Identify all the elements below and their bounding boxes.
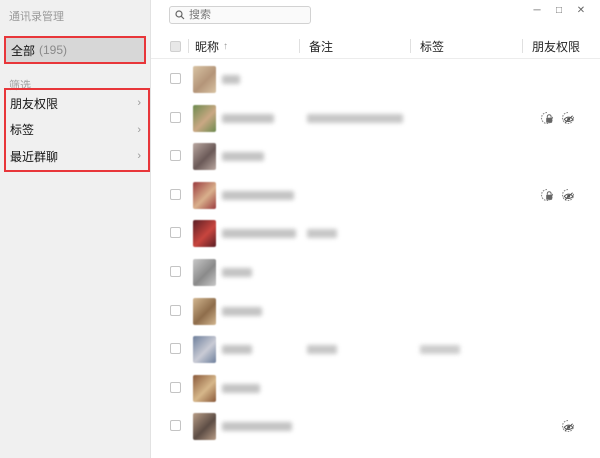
filter-label-recent-groups: 最近群聊 <box>10 149 59 164</box>
nickname-redacted <box>222 345 252 355</box>
column-label-remark: 备注 <box>309 39 334 54</box>
row-checkbox[interactable] <box>170 150 181 162</box>
maximize-button[interactable]: □ <box>548 2 570 18</box>
table-row[interactable] <box>151 137 600 176</box>
row-checkbox[interactable] <box>170 304 181 316</box>
filter-list: 朋友权限 › 标签 › 最近群聊 › <box>4 88 150 172</box>
sidebar-item-all[interactable]: 全部 (195) <box>4 36 146 64</box>
table-row[interactable] <box>151 407 600 446</box>
column-divider <box>522 39 523 53</box>
nickname-redacted <box>222 113 274 123</box>
table-row[interactable] <box>151 330 600 369</box>
table-header: 昵称 ↑ 备注 标签 朋友权限 <box>151 33 600 59</box>
column-divider <box>410 39 411 53</box>
remark-redacted <box>307 229 337 239</box>
lock-icon <box>540 111 554 125</box>
search-icon <box>175 10 185 20</box>
chevron-right-icon: › <box>137 97 141 110</box>
sidebar-item-recent-groups[interactable]: 最近群聊 › <box>6 143 148 170</box>
contact-list <box>151 60 600 446</box>
tag-redacted <box>420 345 460 355</box>
sidebar-item-friend-permission[interactable]: 朋友权限 › <box>6 90 148 117</box>
eye-off-icon <box>561 188 575 202</box>
filter-label-friend-permission: 朋友权限 <box>10 96 59 111</box>
row-checkbox[interactable] <box>170 73 181 84</box>
all-count: (195) <box>39 43 68 57</box>
column-header-permission[interactable]: 朋友权限 <box>532 33 580 59</box>
all-label: 全部 <box>11 43 36 58</box>
table-row[interactable] <box>151 176 600 215</box>
column-label-tag: 标签 <box>420 39 445 54</box>
column-divider <box>299 39 300 53</box>
main-panel: ─ □ ✕ 昵称 ↑ 备注 标签 朋友权限 <box>151 0 600 458</box>
avatar <box>193 413 216 441</box>
column-label-nickname: 昵称 <box>195 39 220 54</box>
nickname-redacted <box>222 306 262 316</box>
column-label-permission: 朋友权限 <box>532 39 581 54</box>
nickname-redacted <box>222 229 296 239</box>
sidebar: 通讯录管理 全部 (195) 筛选 朋友权限 › 标签 › 最近群聊 › <box>0 0 151 458</box>
table-row[interactable] <box>151 369 600 408</box>
avatar <box>193 297 216 325</box>
table-row[interactable] <box>151 60 600 99</box>
filter-label-tags: 标签 <box>10 123 35 138</box>
column-header-remark[interactable]: 备注 <box>309 33 333 59</box>
nickname-redacted <box>222 75 240 84</box>
eye-off-icon <box>561 111 575 125</box>
column-divider <box>188 39 189 53</box>
row-checkbox[interactable] <box>170 420 181 432</box>
avatar <box>193 143 216 171</box>
nickname-redacted <box>222 152 264 162</box>
avatar <box>193 374 216 402</box>
row-checkbox[interactable] <box>170 265 181 277</box>
nickname-redacted <box>222 267 252 277</box>
avatar <box>193 336 216 364</box>
sidebar-item-tags[interactable]: 标签 › <box>6 117 148 144</box>
chevron-right-icon: › <box>137 150 141 163</box>
avatar <box>193 66 216 93</box>
table-row[interactable] <box>151 214 600 253</box>
avatar <box>193 181 216 209</box>
remark-redacted <box>307 113 403 123</box>
select-all-cell <box>170 33 181 59</box>
search-input[interactable] <box>189 9 299 21</box>
remark-redacted <box>307 345 337 355</box>
column-header-nickname[interactable]: 昵称 ↑ <box>195 33 228 59</box>
table-row[interactable] <box>151 253 600 292</box>
app-title: 通讯录管理 <box>9 11 64 23</box>
row-checkbox[interactable] <box>170 111 181 123</box>
nickname-redacted <box>222 383 260 393</box>
nickname-redacted <box>222 422 292 432</box>
avatar <box>193 258 216 286</box>
column-header-tag[interactable]: 标签 <box>420 33 444 59</box>
close-button[interactable]: ✕ <box>570 2 592 18</box>
search-box[interactable] <box>169 6 311 24</box>
minimize-button[interactable]: ─ <box>526 2 548 18</box>
nickname-redacted <box>222 190 294 200</box>
avatar <box>193 104 216 132</box>
table-row[interactable] <box>151 292 600 331</box>
sort-up-icon: ↑ <box>223 40 229 52</box>
select-all-checkbox[interactable] <box>170 40 181 52</box>
chevron-right-icon: › <box>137 123 141 136</box>
row-checkbox[interactable] <box>170 227 181 239</box>
lock-icon <box>540 188 554 202</box>
window-controls: ─ □ ✕ <box>526 2 592 18</box>
row-checkbox[interactable] <box>170 381 181 393</box>
table-row[interactable] <box>151 99 600 138</box>
row-checkbox[interactable] <box>170 343 181 355</box>
row-checkbox[interactable] <box>170 188 181 200</box>
avatar <box>193 220 216 248</box>
eye-off-icon <box>561 419 575 433</box>
